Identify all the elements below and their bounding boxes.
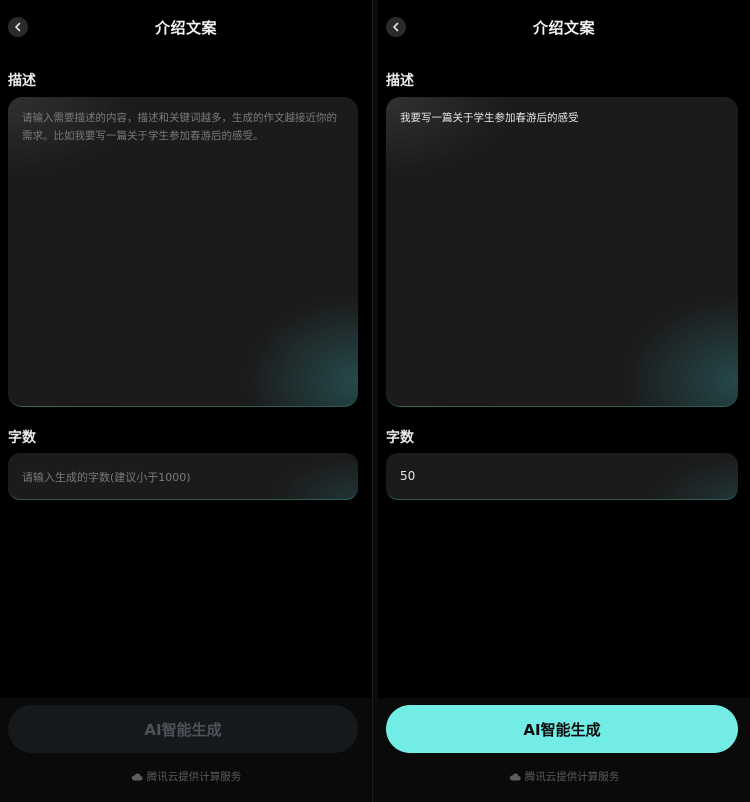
word-count-label: 字数 bbox=[386, 430, 414, 446]
word-count-input[interactable]: 请输入生成的字数(建议小于1000) bbox=[8, 453, 358, 500]
page-title: 介绍文案 bbox=[154, 19, 217, 37]
description-textarea[interactable]: 请输入需要描述的内容，描述和关键词越多，生成的作文越接近你的需求。比如我要写一篇… bbox=[8, 97, 358, 407]
footer-text: 腾讯云提供计算服务 bbox=[524, 771, 620, 783]
word-count-value: 50 bbox=[400, 469, 416, 483]
header: 介绍文案 bbox=[0, 0, 372, 54]
description-label: 描述 bbox=[386, 73, 414, 89]
description-textarea[interactable]: 我要写一篇关于学生参加春游后的感受 bbox=[386, 97, 738, 407]
footer: 腾讯云提供计算服务 bbox=[378, 769, 750, 784]
footer: 腾讯云提供计算服务 bbox=[0, 769, 372, 784]
right-screen: 介绍文案 描述 我要写一篇关于学生参加春游后的感受 字数 50 AI智能生成 腾… bbox=[378, 0, 750, 802]
cloud-icon bbox=[131, 773, 143, 781]
word-count-placeholder: 请输入生成的字数(建议小于1000) bbox=[22, 471, 191, 484]
description-label: 描述 bbox=[8, 73, 36, 89]
description-value: 我要写一篇关于学生参加春游后的感受 bbox=[400, 112, 579, 124]
description-placeholder: 请输入需要描述的内容，描述和关键词越多，生成的作文越接近你的需求。比如我要写一篇… bbox=[22, 112, 337, 142]
page-title: 介绍文案 bbox=[532, 19, 595, 37]
left-screen: 介绍文案 描述 请输入需要描述的内容，描述和关键词越多，生成的作文越接近你的需求… bbox=[0, 0, 372, 802]
cloud-icon bbox=[509, 773, 521, 781]
ai-generate-button[interactable]: AI智能生成 bbox=[8, 705, 358, 753]
header: 介绍文案 bbox=[378, 0, 750, 54]
ai-generate-button[interactable]: AI智能生成 bbox=[386, 705, 738, 753]
word-count-input[interactable]: 50 bbox=[386, 453, 738, 500]
word-count-label: 字数 bbox=[8, 430, 36, 446]
footer-text: 腾讯云提供计算服务 bbox=[146, 771, 242, 783]
